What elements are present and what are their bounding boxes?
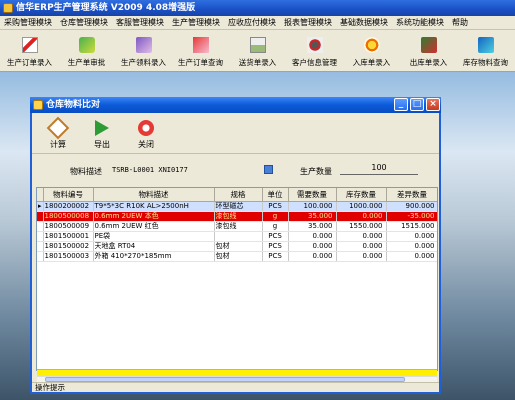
window-toolbar: 计算 导出 关闭 bbox=[32, 114, 439, 154]
menu-help[interactable]: 帮助 bbox=[448, 16, 472, 30]
production-order-entry-button[interactable]: 生产订单录入 bbox=[1, 30, 58, 68]
menu-basic-data[interactable]: 基础数据模块 bbox=[336, 16, 392, 30]
table-row[interactable]: 1800500009 0.6mm 2UEW 红色 漆包线 g 35.000 15… bbox=[37, 221, 437, 232]
material-desc-field[interactable]: TSRB-L0001 XNI0177 bbox=[112, 164, 262, 176]
material-compare-window: 仓库物料比对 _ □ × 计算 导出 关闭 物料描述 TSRB-L0001 XN… bbox=[30, 97, 441, 394]
menu-receivables[interactable]: 应收应付模块 bbox=[224, 16, 280, 30]
approve-icon bbox=[78, 37, 95, 53]
arrow-right-icon bbox=[95, 120, 109, 136]
table-row[interactable]: 1801500001 PE袋 PCS 0.000 0.000 0.000 bbox=[37, 231, 437, 242]
delivery-entry-button[interactable]: 送货单录入 bbox=[229, 30, 286, 68]
menu-production[interactable]: 生产管理模块 bbox=[168, 16, 224, 30]
minimize-button[interactable]: _ bbox=[394, 98, 408, 111]
menu-bar: 采购管理模块 仓库管理模块 客服管理模块 生产管理模块 应收应付模块 报表管理模… bbox=[0, 16, 515, 30]
delivery-icon bbox=[249, 37, 266, 53]
window-icon bbox=[33, 100, 43, 110]
close-icon bbox=[138, 120, 154, 136]
material-desc-label: 物料描述 bbox=[70, 167, 102, 176]
production-qty-field[interactable]: 100 bbox=[340, 161, 418, 175]
calculate-button[interactable]: 计算 bbox=[36, 116, 80, 153]
window-title-bar[interactable]: 仓库物料比对 _ □ × bbox=[30, 97, 441, 113]
material-grid[interactable]: 物料编号 物料描述 规格 单位 需要数量 库存数量 差异数量 ▸ 1800200… bbox=[36, 187, 438, 371]
export-button[interactable]: 导出 bbox=[80, 117, 124, 153]
table-row[interactable]: 1801500003 外箱 410*270*185mm 包材 PCS 0.000… bbox=[37, 251, 437, 262]
order-search-icon bbox=[192, 37, 209, 53]
inventory-search-icon bbox=[477, 37, 494, 53]
app-title-bar: 信华ERP生产管理系统 V2009 4.08增强版 bbox=[0, 0, 515, 16]
main-toolbar: 生产订单录入 生产单审批 生产领料录入 生产订单查询 送货单录入 客户信息管理 … bbox=[0, 30, 515, 72]
inventory-query-button[interactable]: 库存物料查询 bbox=[457, 30, 514, 68]
order-query-button[interactable]: 生产订单查询 bbox=[172, 30, 229, 68]
inbound-entry-button[interactable]: 入库单录入 bbox=[343, 30, 400, 68]
col-stock-qty[interactable]: 库存数量 bbox=[336, 188, 387, 202]
dropdown-icon[interactable] bbox=[264, 165, 273, 174]
col-required-qty[interactable]: 需要数量 bbox=[288, 188, 337, 202]
outbound-icon bbox=[420, 37, 437, 53]
production-qty-label: 生产数量 bbox=[300, 167, 332, 176]
table-row[interactable]: 1801500002 天地盒 RT04 包材 PCS 0.000 0.000 0… bbox=[37, 241, 437, 252]
customer-info-button[interactable]: 客户信息管理 bbox=[286, 30, 343, 68]
menu-warehouse[interactable]: 仓库管理模块 bbox=[56, 16, 112, 30]
app-logo-icon bbox=[3, 3, 13, 13]
inbound-icon bbox=[363, 37, 380, 53]
production-approval-button[interactable]: 生产单审批 bbox=[58, 30, 115, 68]
window-title: 仓库物料比对 bbox=[46, 100, 101, 110]
material-requisition-button[interactable]: 生产领料录入 bbox=[115, 30, 172, 68]
material-icon bbox=[135, 37, 152, 53]
maximize-button[interactable]: □ bbox=[410, 98, 424, 111]
app-title: 信华ERP生产管理系统 V2009 4.08增强版 bbox=[16, 3, 196, 13]
menu-customer-service[interactable]: 客服管理模块 bbox=[112, 16, 168, 30]
status-bar: 操作提示 bbox=[32, 382, 439, 392]
menu-purchase[interactable]: 采购管理模块 bbox=[0, 16, 56, 30]
table-row[interactable]: ▸ 1800200002 T9*5*3C R10K AL>2500nH 环型磁芯… bbox=[37, 201, 437, 212]
document-pen-icon bbox=[21, 37, 38, 53]
col-material-desc[interactable]: 物料描述 bbox=[93, 188, 215, 202]
grid-header: 物料编号 物料描述 规格 单位 需要数量 库存数量 差异数量 bbox=[37, 188, 437, 202]
filter-row: 物料描述 TSRB-L0001 XNI0177 生产数量 100 bbox=[32, 159, 439, 183]
menu-reports[interactable]: 报表管理模块 bbox=[280, 16, 336, 30]
col-spec[interactable]: 规格 bbox=[214, 188, 263, 202]
close-window-button[interactable]: × bbox=[426, 98, 440, 111]
col-diff-qty[interactable]: 差异数量 bbox=[386, 188, 437, 202]
summary-bar bbox=[37, 369, 437, 376]
table-row[interactable]: 1800500008 0.6mm 2UEW 本色 漆包线 g 35.000 0.… bbox=[37, 211, 437, 222]
col-unit[interactable]: 单位 bbox=[262, 188, 289, 202]
close-button[interactable]: 关闭 bbox=[124, 117, 168, 153]
calculate-icon bbox=[46, 116, 70, 140]
customer-icon bbox=[306, 37, 323, 53]
outbound-entry-button[interactable]: 出库单录入 bbox=[400, 30, 457, 68]
col-material-code[interactable]: 物料编号 bbox=[43, 188, 94, 202]
menu-system[interactable]: 系统功能模块 bbox=[392, 16, 448, 30]
